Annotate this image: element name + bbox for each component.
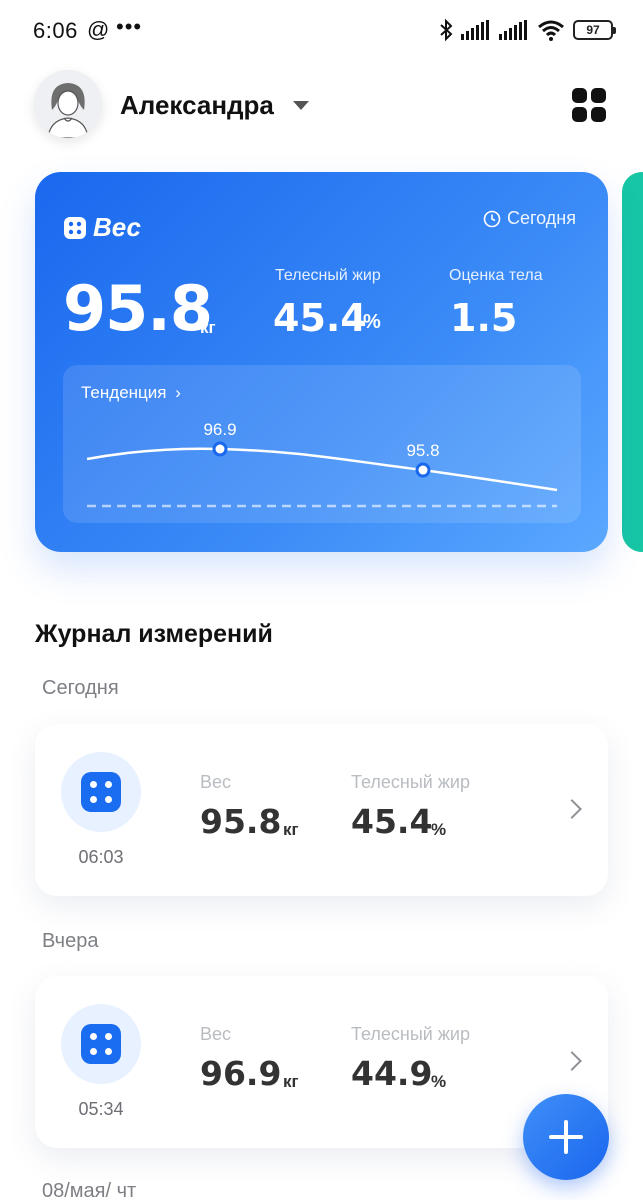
record-weight-value: 95.8: [200, 802, 282, 841]
record-weight-value: 96.9: [200, 1054, 282, 1093]
grid-cell: [572, 107, 587, 122]
group-label-today: Сегодня: [42, 677, 119, 699]
chevron-right-icon: [562, 799, 582, 819]
battery-icon: 97: [573, 20, 616, 40]
status-icons: 97: [439, 18, 616, 42]
record-fat-unit: %: [431, 820, 447, 839]
record-fat-label: Телесный жир: [351, 1024, 470, 1044]
signal-icon: [499, 20, 527, 40]
add-measurement-button[interactable]: [523, 1094, 609, 1180]
trend-point: [212, 441, 228, 457]
wifi-icon: [538, 20, 564, 41]
card-title: Вес: [93, 212, 142, 242]
record-time: 06:03: [78, 847, 124, 867]
trend-point-label: 95.8: [406, 441, 439, 460]
more-notifications-icon: •••: [116, 14, 143, 39]
period-label[interactable]: Сегодня: [507, 208, 576, 229]
grid-cell: [591, 88, 606, 103]
record-fat-value: 44.9: [351, 1054, 433, 1093]
status-time: 6:06: [33, 18, 78, 43]
record-weight-label: Вес: [200, 1024, 232, 1044]
user-name[interactable]: Александра: [120, 90, 274, 121]
grid-cell: [591, 107, 606, 122]
record-weight-unit: кг: [283, 820, 299, 839]
scale-icon: [64, 217, 86, 239]
record-weight-unit: кг: [283, 1072, 299, 1091]
trend-line: [86, 447, 558, 492]
record-fat-unit: %: [431, 1072, 447, 1091]
user-switch-caret-icon[interactable]: [293, 101, 309, 110]
body-fat-value: 45.4: [273, 296, 367, 340]
trend-chart: 96.9 95.8: [86, 420, 558, 508]
grid-apps-icon[interactable]: [572, 88, 606, 122]
scale-icon-face: [81, 772, 121, 812]
body-fat-label: Телесный жир: [275, 267, 381, 284]
scale-icon-face: [81, 1024, 121, 1064]
trend-point: [415, 462, 431, 478]
record-fat-label: Телесный жир: [351, 772, 470, 792]
chevron-right-icon: [562, 1051, 582, 1071]
record-weight-label: Вес: [200, 772, 232, 792]
trend-point-label: 96.9: [203, 420, 236, 439]
body-fat-unit: %: [363, 311, 381, 333]
group-label-date: 08/мая/ чт: [42, 1180, 137, 1200]
body-score-value: 1.5: [450, 296, 518, 340]
weight-unit: кг: [200, 318, 216, 337]
signal-icon: [461, 20, 489, 40]
header: Александра: [0, 66, 643, 146]
body-score-label: Оценка тела: [449, 267, 543, 284]
record-card[interactable]: 06:03 Вес 95.8 кг Телесный жир 45.4 %: [35, 724, 608, 896]
user-avatar-icon: [34, 70, 102, 138]
status-bar: 6:06 @ ••• 97: [0, 0, 643, 64]
bluetooth-icon: [440, 18, 453, 42]
clock-icon: [483, 210, 501, 228]
record-time: 05:34: [78, 1099, 124, 1119]
avatar[interactable]: [34, 70, 102, 138]
scale-icon: [61, 752, 141, 832]
at-icon: @: [87, 17, 110, 42]
weight-summary-card[interactable]: Вес Сегодня 95.8 кг Телесный жир 45.4 % …: [35, 172, 608, 552]
next-summary-card[interactable]: [622, 172, 643, 552]
trend-panel[interactable]: Тенденция › 96.9 95.8: [63, 365, 581, 523]
record-fat-value: 45.4: [351, 802, 433, 841]
journal-title: Журнал измерений: [35, 620, 273, 648]
group-label-yesterday: Вчера: [42, 930, 99, 952]
grid-cell: [572, 88, 587, 103]
scale-icon: [61, 1004, 141, 1084]
record-card[interactable]: 05:34 Вес 96.9 кг Телесный жир 44.9 %: [35, 976, 608, 1148]
weight-value: 95.8: [63, 272, 213, 345]
